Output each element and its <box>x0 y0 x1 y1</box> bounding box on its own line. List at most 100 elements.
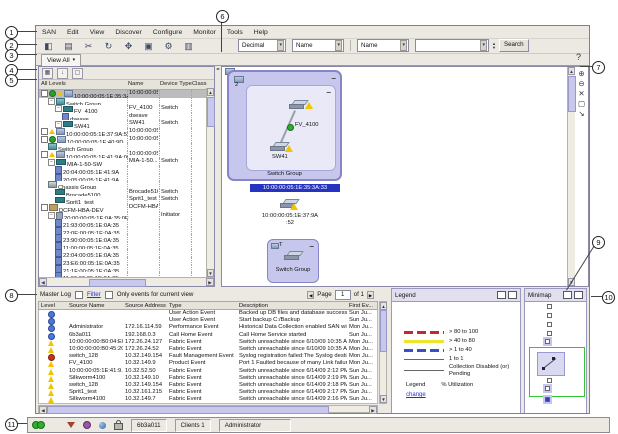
tree-row[interactable]: −MIA-1-50-SWMIA-1-50...Switch <box>39 158 214 166</box>
scrollbar-thumb[interactable] <box>568 76 576 112</box>
collapse-all-icon[interactable]: ↓ <box>57 68 68 79</box>
log-column-header[interactable]: Type <box>169 303 182 309</box>
refresh-icon[interactable]: ↻ <box>101 39 116 53</box>
menu-edit[interactable]: Edit <box>67 29 79 36</box>
only-events-checkbox[interactable] <box>105 291 113 299</box>
log-row[interactable]: User Action EventStart backup C:/BackupS… <box>39 317 377 324</box>
tree-row[interactable]: −20:00:00:05:1E:0A:35:0EInitiator <box>39 212 214 220</box>
log-row[interactable]: Silkworm410010.32.149.10Fabric EventSwit… <box>39 375 377 382</box>
tree-row[interactable]: 10:00:00:05:1E:41:9A:0510:00:00:05... <box>39 151 214 159</box>
tree-row[interactable]: dseavedseave <box>39 113 214 121</box>
tree-row[interactable]: 11:00:00:05:1E:0A:35 <box>39 242 214 250</box>
minimap-node[interactable] <box>547 322 552 327</box>
zoom-select-icon[interactable]: ▢ <box>577 99 587 108</box>
row-checkbox[interactable] <box>41 90 48 97</box>
minimap-node[interactable] <box>547 331 552 336</box>
detach-panel-icon[interactable] <box>497 291 506 299</box>
scroll-right-icon[interactable]: ▶ <box>206 278 214 286</box>
tree-row[interactable]: −SW41SW41Switch <box>39 120 214 128</box>
log-column-header[interactable]: Source Address <box>125 303 166 309</box>
discover-setup-icon[interactable]: ◧ <box>41 39 56 53</box>
search-spinner[interactable]: ▲▼ <box>492 42 496 50</box>
collapse-icon[interactable]: – <box>327 90 331 96</box>
tree-column-header[interactable]: All Levels <box>41 81 66 87</box>
log-row[interactable]: 10:00:00:00:B0:04:E0...172.26.24.127Fabr… <box>39 339 377 346</box>
log-row[interactable]: Administrator172.16.114.59Performance Ev… <box>39 324 377 331</box>
menu-discover[interactable]: Discover <box>115 29 141 36</box>
page-input[interactable]: 1 <box>335 290 351 300</box>
map-vertical-scrollbar[interactable]: ▲ ▼ <box>567 67 575 286</box>
log-column-header[interactable]: Description <box>239 303 268 309</box>
user-status-icon[interactable] <box>83 421 91 429</box>
new-window-icon[interactable]: ▢ <box>72 68 83 79</box>
tree-row[interactable]: 10:00:00:05:1E:40:9D10:00:00:05... <box>39 136 214 144</box>
menu-monitor[interactable]: Monitor <box>193 29 216 36</box>
expand-toggle-icon[interactable]: − <box>48 159 55 166</box>
scrollbar-thumb[interactable] <box>47 406 329 414</box>
zoom-in-icon[interactable]: ⊕ <box>577 69 587 78</box>
scroll-down-icon[interactable]: ▼ <box>207 269 214 277</box>
scroll-up-icon[interactable]: ▲ <box>207 88 214 96</box>
tree-row[interactable]: 22:04:00:05:1E:0A:35 <box>39 249 214 257</box>
log-row[interactable]: 10:00:00:00:B0:45:20...172.26.24.52Fabri… <box>39 346 377 353</box>
scroll-up-icon[interactable]: ▲ <box>568 67 575 75</box>
menu-view[interactable]: View <box>90 29 105 36</box>
tree-row[interactable]: 22:0E:00:05:1E:0A:35 <box>39 227 214 235</box>
scroll-right-icon[interactable]: ▶ <box>369 406 377 414</box>
minimap-node[interactable] <box>545 397 550 402</box>
fit-in-view-icon[interactable]: ✕ <box>577 89 587 98</box>
tree-column-header[interactable]: Class <box>192 81 207 87</box>
collapse-icon[interactable]: – <box>310 244 314 250</box>
minimap-node[interactable] <box>547 378 552 383</box>
log-row[interactable]: User Action EventBacked up DB files and … <box>39 310 377 317</box>
tree-row[interactable]: 23:90:00:05:1E:0A:35 <box>39 234 214 242</box>
scrollbar-thumb[interactable] <box>380 310 387 352</box>
pan-icon[interactable]: ✥ <box>121 39 136 53</box>
export-view-icon[interactable]: ↘ <box>577 109 587 118</box>
change-link[interactable]: change <box>406 392 426 398</box>
switch-device-icon[interactable] <box>284 251 304 261</box>
row-checkbox[interactable] <box>41 204 48 211</box>
search-combo[interactable]: ▾ <box>415 39 489 52</box>
port-display-combo[interactable]: Decimal▾ <box>238 39 286 52</box>
copy-icon[interactable]: ▥ <box>181 39 196 53</box>
page-next-button[interactable]: ▶ <box>367 291 374 299</box>
switch-group-box[interactable]: – FV_4100 SW41 <box>246 85 336 171</box>
minimap-node[interactable] <box>547 304 552 309</box>
menu-help[interactable]: Help <box>254 29 268 36</box>
tree-row[interactable]: 10:00:00:05:1E:35:3A10:00:00:05... <box>39 90 214 98</box>
tree-row[interactable]: −Switch Group <box>39 98 214 106</box>
tree-row[interactable]: 10:00:00:05:1E:37:9A:5210:00:00:05... <box>39 128 214 136</box>
minimap-node[interactable] <box>547 313 552 318</box>
log-row[interactable]: 6b3a011192.168.0.3Call Home EventCall Ho… <box>39 332 377 339</box>
menu-configure[interactable]: Configure <box>153 29 182 36</box>
collapse-icon[interactable]: – <box>332 76 336 82</box>
expand-toggle-icon[interactable]: − <box>55 105 62 112</box>
log-row[interactable]: Sprit1_test10.32.161.215Fabric EventSwit… <box>39 389 377 396</box>
log-column-header[interactable]: Source Name <box>69 303 104 309</box>
scroll-down-icon[interactable]: ▼ <box>380 395 387 403</box>
tree-row[interactable]: 20:05:00:05:1E:41:9A <box>39 174 214 182</box>
row-checkbox[interactable] <box>41 151 48 158</box>
log-row[interactable]: switch_12810.32.149.154Fault Management … <box>39 353 377 360</box>
expand-toggle-icon[interactable]: − <box>55 121 62 128</box>
row-checkbox[interactable] <box>41 136 48 143</box>
minimap-content[interactable] <box>525 302 586 413</box>
log-column-header[interactable]: First Ev... <box>349 303 373 309</box>
menu-tools[interactable]: Tools <box>227 29 243 36</box>
selected-fabric-label[interactable]: 10:00:00:05:1E:35:3A:33 <box>250 184 340 192</box>
fabric-group-box[interactable]: 2 – – FV_4100 SW41 Switch Group <box>227 70 342 181</box>
filter-checkbox[interactable] <box>75 291 83 299</box>
tree-vertical-scrollbar[interactable]: ▲ ▼ <box>206 88 214 277</box>
minimap-node[interactable] <box>545 386 550 391</box>
tree-row[interactable]: Switch Group <box>39 143 214 151</box>
export-panel-icon[interactable] <box>574 291 583 299</box>
launch-view-icon[interactable]: ▤ <box>61 39 76 53</box>
tree-row[interactable]: DCFM-HBA-DEVDCFM-HBA... <box>39 204 214 212</box>
tree-row[interactable]: Chassis Group <box>39 181 214 189</box>
network-status-icon[interactable] <box>99 422 106 429</box>
scroll-left-icon[interactable]: ◀ <box>39 278 47 286</box>
tree-row[interactable]: 21:1F:00:05:1E:0A:35 <box>39 265 214 273</box>
tree-row[interactable]: Sprit1_testSprit1_testSwitch <box>39 196 214 204</box>
scroll-up-icon[interactable]: ▲ <box>380 302 387 310</box>
